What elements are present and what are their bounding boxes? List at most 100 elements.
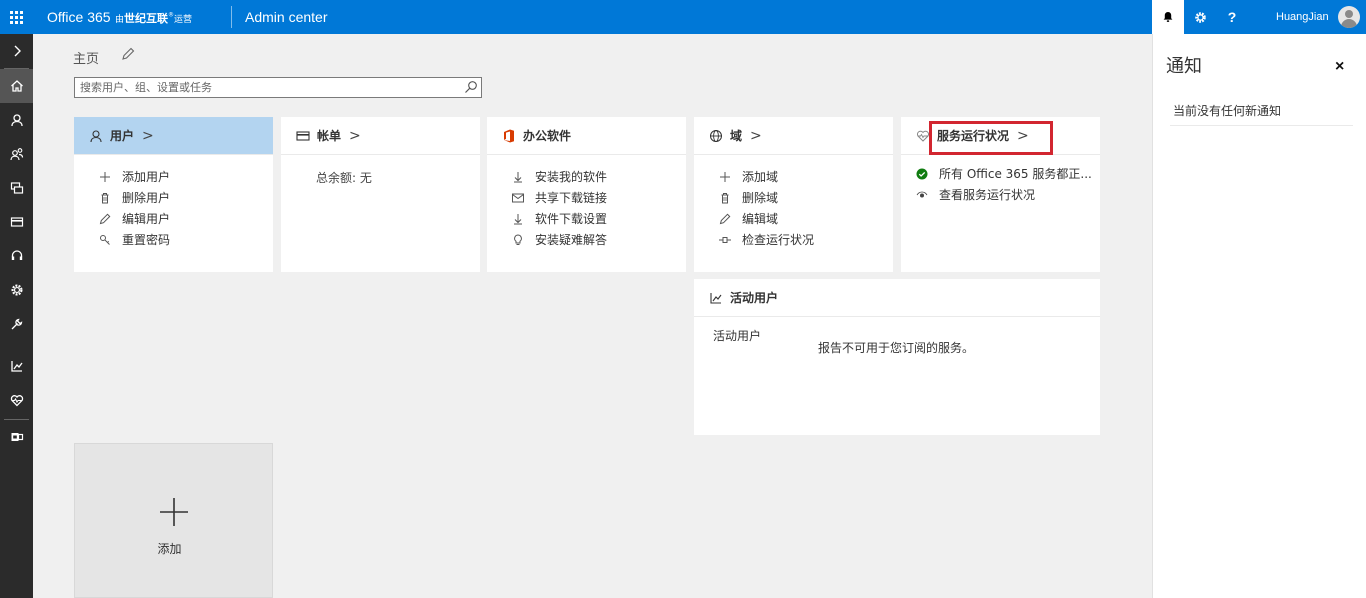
billing-card-header[interactable]: 帐单 > xyxy=(281,117,480,155)
main-content: 主页 用户 > 添加用户 删除用户 编辑用户 重置密码 帐单 > 总余额: 无 xyxy=(33,34,1152,598)
brand-main: Office 365 xyxy=(47,9,111,25)
waffle-icon xyxy=(10,10,23,24)
chevron-right-icon: > xyxy=(750,127,762,144)
eye-icon xyxy=(915,188,929,202)
brand-company: 世纪互联 xyxy=(124,12,169,25)
nav-settings[interactable] xyxy=(0,273,33,307)
download-icon xyxy=(511,170,525,184)
pencil-icon[interactable] xyxy=(121,47,135,61)
edit-domain-link[interactable]: 编辑域 xyxy=(718,208,893,229)
nav-support[interactable] xyxy=(0,239,33,273)
plus-icon xyxy=(98,170,112,184)
resources-icon xyxy=(10,182,23,194)
help-button[interactable]: ? xyxy=(1216,0,1248,34)
service-health-list: 所有 Office 365 服务都正... 查看服务运行状况 xyxy=(901,155,1100,205)
no-notifications-message: 当前没有任何新通知 xyxy=(1173,104,1282,118)
users-card-header[interactable]: 用户 > xyxy=(74,117,273,155)
edit-user-link[interactable]: 编辑用户 xyxy=(98,208,273,229)
avatar[interactable] xyxy=(1338,6,1360,28)
domains-actions-list: 添加域 删除域 编辑域 检查运行状况 xyxy=(694,155,893,250)
lightbulb-icon xyxy=(511,233,525,247)
all-services-healthy-status[interactable]: 所有 Office 365 服务都正... xyxy=(915,163,1100,184)
view-service-health-link[interactable]: 查看服务运行状况 xyxy=(915,184,1100,205)
delete-domain-label: 删除域 xyxy=(742,191,779,205)
key-icon xyxy=(98,233,112,247)
nav-resources[interactable] xyxy=(0,171,33,205)
nav-users[interactable] xyxy=(0,103,33,137)
check-circle-icon xyxy=(915,167,929,181)
reset-password-label: 重置密码 xyxy=(122,233,171,247)
add-domain-link[interactable]: 添加域 xyxy=(718,166,893,187)
avatar-head-icon xyxy=(1345,10,1353,18)
pencil-icon xyxy=(98,212,112,226)
add-user-label: 添加用户 xyxy=(122,170,171,184)
nav-groups[interactable] xyxy=(0,137,33,171)
search-input[interactable] xyxy=(75,78,455,97)
page-title: 主页 xyxy=(73,52,100,67)
search-icon[interactable] xyxy=(464,80,478,94)
delete-user-link[interactable]: 删除用户 xyxy=(98,187,273,208)
nav-health[interactable] xyxy=(0,383,33,417)
add-domain-label: 添加域 xyxy=(742,170,779,184)
headset-icon xyxy=(11,250,22,260)
install-troubleshoot-label: 安装疑难解答 xyxy=(535,233,608,247)
top-bar: Office 365 由世纪互联®运营 Admin center ? Huang… xyxy=(0,0,1366,34)
nav-setup[interactable] xyxy=(0,307,33,341)
delete-domain-link[interactable]: 删除域 xyxy=(718,187,893,208)
nav-billing[interactable] xyxy=(0,205,33,239)
domains-card: 域 > 添加域 删除域 编辑域 检查运行状况 xyxy=(694,117,893,272)
billing-icon xyxy=(10,217,23,227)
share-download-label: 共享下载链接 xyxy=(535,191,608,205)
domains-card-title: 域 xyxy=(730,129,743,143)
report-unavailable-message: 报告不可用于您订阅的服务。 xyxy=(818,341,975,355)
nav-admin-centers[interactable] xyxy=(0,420,33,454)
check-domain-health-link[interactable]: 检查运行状况 xyxy=(718,229,893,250)
app-launcher-button[interactable] xyxy=(0,0,33,34)
notifications-button[interactable] xyxy=(1152,0,1184,34)
mail-icon xyxy=(511,191,525,205)
download-settings-link[interactable]: 软件下载设置 xyxy=(511,208,686,229)
download-icon xyxy=(511,212,525,226)
health-icon xyxy=(10,395,23,407)
app-title[interactable]: Admin center xyxy=(245,9,327,25)
reset-password-link[interactable]: 重置密码 xyxy=(98,229,273,250)
add-tile-button[interactable]: 添加 xyxy=(74,443,273,598)
chevron-right-icon: > xyxy=(142,127,154,144)
close-icon[interactable]: × xyxy=(1335,58,1344,76)
domains-card-header[interactable]: 域 > xyxy=(694,117,893,155)
active-users-label: 活动用户 xyxy=(713,329,762,343)
edit-user-label: 编辑用户 xyxy=(122,212,171,226)
install-software-link[interactable]: 安装我的软件 xyxy=(511,166,686,187)
user-name[interactable]: HuangJian xyxy=(1276,11,1329,23)
notifications-title: 通知 xyxy=(1166,56,1202,77)
share-download-link[interactable]: 共享下载链接 xyxy=(511,187,686,208)
billing-balance: 总余额: 无 xyxy=(316,171,372,185)
office-software-card-header[interactable]: 办公软件 xyxy=(487,117,686,155)
nav-reports[interactable] xyxy=(0,349,33,383)
add-user-link[interactable]: 添加用户 xyxy=(98,166,273,187)
nav-expand[interactable] xyxy=(0,34,33,68)
pencil-icon xyxy=(718,212,732,226)
brand-logo[interactable]: Office 365 由世纪互联®运营 xyxy=(47,9,192,26)
trash-icon xyxy=(98,191,112,205)
install-software-label: 安装我的软件 xyxy=(535,170,608,184)
nav-home[interactable] xyxy=(0,69,33,103)
notifications-panel: 通知 × 当前没有任何新通知 xyxy=(1152,34,1366,598)
delete-user-label: 删除用户 xyxy=(122,191,171,205)
plus-icon xyxy=(160,498,188,526)
header-divider xyxy=(231,6,232,28)
active-users-card-title: 活动用户 xyxy=(730,291,779,305)
globe-icon xyxy=(708,128,724,144)
highlight-annotation xyxy=(929,121,1053,155)
chevron-right-icon: > xyxy=(349,127,361,144)
active-users-card: 活动用户 活动用户 报告不可用于您订阅的服务。 xyxy=(694,279,1100,435)
reports-icon xyxy=(708,290,724,306)
reports-icon xyxy=(10,361,23,372)
install-troubleshoot-link[interactable]: 安装疑难解答 xyxy=(511,229,686,250)
active-users-card-header[interactable]: 活动用户 xyxy=(694,279,1100,317)
billing-card-title: 帐单 xyxy=(317,129,342,143)
divider xyxy=(1170,125,1353,126)
admin-centers-icon xyxy=(11,433,23,441)
edit-domain-label: 编辑域 xyxy=(742,212,779,226)
settings-button[interactable] xyxy=(1184,0,1216,34)
